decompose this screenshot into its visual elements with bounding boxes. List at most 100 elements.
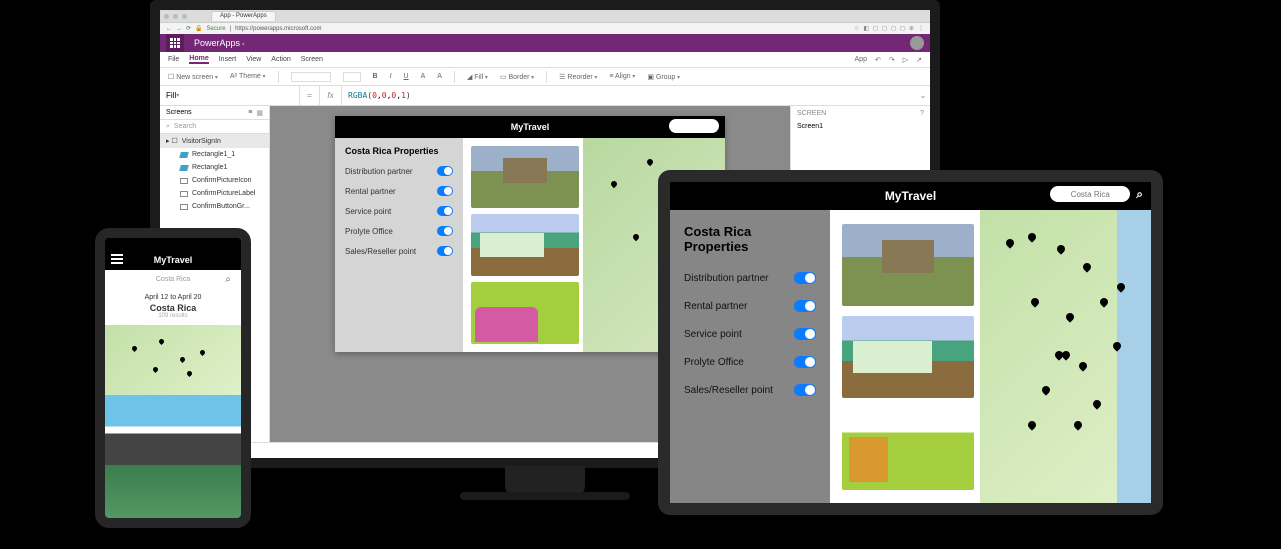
fill-button[interactable]: ◢ Fill bbox=[467, 73, 488, 81]
toggle[interactable] bbox=[437, 186, 453, 196]
menu-insert[interactable]: Insert bbox=[219, 56, 237, 63]
browser-tab[interactable]: App - PowerApps bbox=[211, 11, 276, 21]
formula-input[interactable]: RGBA(0,0,0,1) bbox=[342, 86, 916, 105]
filter-label: Sales/Reseller point bbox=[684, 385, 773, 396]
menu-view[interactable]: View bbox=[246, 56, 261, 63]
menu-file[interactable]: File bbox=[168, 56, 179, 63]
user-avatar[interactable] bbox=[910, 36, 924, 50]
menu-icon[interactable] bbox=[111, 254, 123, 264]
phone-image[interactable] bbox=[105, 395, 241, 465]
property-image[interactable] bbox=[842, 224, 974, 306]
fx-icon[interactable]: fx bbox=[320, 86, 342, 105]
group-button[interactable]: ▣ Group bbox=[647, 73, 680, 81]
bold-icon[interactable]: B bbox=[373, 73, 378, 80]
ribbon: ☐ New screen Aᵇ Theme B I U A A ◢ Fill ▭… bbox=[160, 68, 930, 86]
border-button[interactable]: ▭ Border bbox=[500, 73, 534, 81]
toggle[interactable] bbox=[794, 384, 816, 396]
property-image[interactable] bbox=[471, 146, 579, 208]
tablet-map[interactable] bbox=[980, 210, 1151, 503]
menu-action[interactable]: Action bbox=[271, 56, 290, 63]
property-image[interactable] bbox=[842, 316, 974, 398]
align-button[interactable]: ≡ Align bbox=[609, 73, 635, 80]
phone-image[interactable] bbox=[105, 465, 241, 528]
filter-label: Rental partner bbox=[684, 301, 747, 312]
reorder-button[interactable]: ☰ Reorder bbox=[559, 73, 597, 81]
phone-search[interactable]: Costa Rica bbox=[105, 270, 241, 288]
fontcolor-icon[interactable]: A bbox=[437, 73, 442, 80]
filter-label: Prolyte Office bbox=[684, 357, 744, 368]
browser-addressbar[interactable]: ← → ⟳ 🔒 Secure | https://powerapps.micro… bbox=[160, 22, 930, 34]
play-icon[interactable]: ▷ bbox=[903, 56, 908, 64]
toggle[interactable] bbox=[794, 272, 816, 284]
toggle[interactable] bbox=[437, 166, 453, 176]
props-name[interactable]: Screen1 bbox=[791, 121, 930, 132]
phone-map[interactable] bbox=[105, 325, 241, 395]
traffic-light-min[interactable] bbox=[173, 14, 178, 19]
search-input[interactable] bbox=[1050, 186, 1130, 202]
toggle[interactable] bbox=[794, 300, 816, 312]
secure-label: Secure bbox=[207, 26, 226, 32]
strike-icon[interactable]: A bbox=[421, 73, 426, 80]
app-title: MyTravel bbox=[885, 189, 936, 203]
lock-icon: 🔒 bbox=[195, 25, 202, 32]
toggle[interactable] bbox=[794, 356, 816, 368]
toggle[interactable] bbox=[437, 206, 453, 216]
property-image[interactable] bbox=[471, 214, 579, 276]
tree-title: Screens bbox=[166, 109, 192, 116]
underline-icon[interactable]: U bbox=[404, 73, 409, 80]
phone-summary: April 12 to April 20 Costa Rica 109 resu… bbox=[105, 288, 241, 325]
tree-screen-root[interactable]: ▸ ☐ VisitorSignIn bbox=[160, 134, 269, 148]
tablet-gallery[interactable] bbox=[830, 210, 980, 503]
phone-device: MyTravel Costa Rica April 12 to April 20… bbox=[95, 228, 251, 528]
undo-icon[interactable]: ↶ bbox=[875, 56, 881, 64]
brand-label[interactable]: PowerApps bbox=[194, 38, 245, 48]
toggle[interactable] bbox=[437, 246, 453, 256]
powerapps-suitebar: PowerApps bbox=[160, 34, 930, 52]
tree-item[interactable]: ConfirmPictureLabel bbox=[160, 187, 269, 200]
tree-thumb-icon[interactable]: ▦ bbox=[256, 109, 263, 117]
menu-screen[interactable]: Screen bbox=[301, 56, 323, 63]
app-title: MyTravel bbox=[511, 122, 550, 132]
tree-search[interactable]: ⌕ Search bbox=[160, 120, 269, 134]
tree-item[interactable]: Rectangle1 bbox=[160, 161, 269, 174]
menu-home[interactable]: Home bbox=[189, 55, 208, 64]
filter-label: Service point bbox=[345, 207, 391, 216]
app-launcher-icon[interactable] bbox=[166, 34, 184, 52]
filter-label: Service point bbox=[684, 329, 742, 340]
nav-back-icon[interactable]: ← bbox=[166, 26, 172, 32]
toggle[interactable] bbox=[437, 226, 453, 236]
help-icon[interactable]: ? bbox=[920, 110, 924, 117]
traffic-light-close[interactable] bbox=[164, 14, 169, 19]
equals-label: = bbox=[300, 86, 320, 105]
gallery[interactable] bbox=[463, 138, 583, 352]
property-image[interactable] bbox=[471, 282, 579, 344]
tree-item[interactable]: Rectangle1_1 bbox=[160, 148, 269, 161]
new-screen-button[interactable]: ☐ New screen bbox=[168, 73, 218, 81]
formula-bar: Fill = fx RGBA(0,0,0,1) ⌄ bbox=[160, 86, 930, 106]
search-icon[interactable]: ⌕ bbox=[1136, 187, 1143, 202]
filter-label: Distribution partner bbox=[345, 167, 413, 176]
nav-fwd-icon[interactable]: → bbox=[176, 26, 182, 32]
font-dropdown[interactable] bbox=[291, 72, 331, 82]
redo-icon[interactable]: ↷ bbox=[889, 56, 895, 64]
search-input[interactable] bbox=[669, 119, 719, 133]
reload-icon[interactable]: ⟳ bbox=[186, 25, 191, 32]
app-header: MyTravel bbox=[335, 116, 725, 138]
fontsize-dropdown[interactable] bbox=[343, 72, 361, 82]
traffic-light-max[interactable] bbox=[182, 14, 187, 19]
share-icon[interactable]: ↗ bbox=[916, 56, 922, 64]
tree-list-icon[interactable]: ≡ bbox=[248, 109, 252, 117]
browser-tabbar: App - PowerApps bbox=[160, 10, 930, 22]
toggle[interactable] bbox=[794, 328, 816, 340]
tree-item[interactable]: ConfirmPictureIcon bbox=[160, 174, 269, 187]
formula-expand-icon[interactable]: ⌄ bbox=[916, 86, 930, 105]
property-image[interactable] bbox=[842, 408, 974, 490]
filter-label: Rental partner bbox=[345, 187, 396, 196]
browser-ext-icons: ☆◧◻◻◻◻⊕⋮ bbox=[854, 25, 924, 32]
property-selector[interactable]: Fill bbox=[160, 86, 300, 105]
tree-item[interactable]: ConfirmButtonGr... bbox=[160, 200, 269, 213]
menu-bar: File Home Insert View Action Screen App … bbox=[160, 52, 930, 68]
italic-icon[interactable]: I bbox=[390, 73, 392, 80]
filter-label: Prolyte Office bbox=[345, 227, 393, 236]
theme-button[interactable]: Aᵇ Theme bbox=[230, 73, 266, 80]
